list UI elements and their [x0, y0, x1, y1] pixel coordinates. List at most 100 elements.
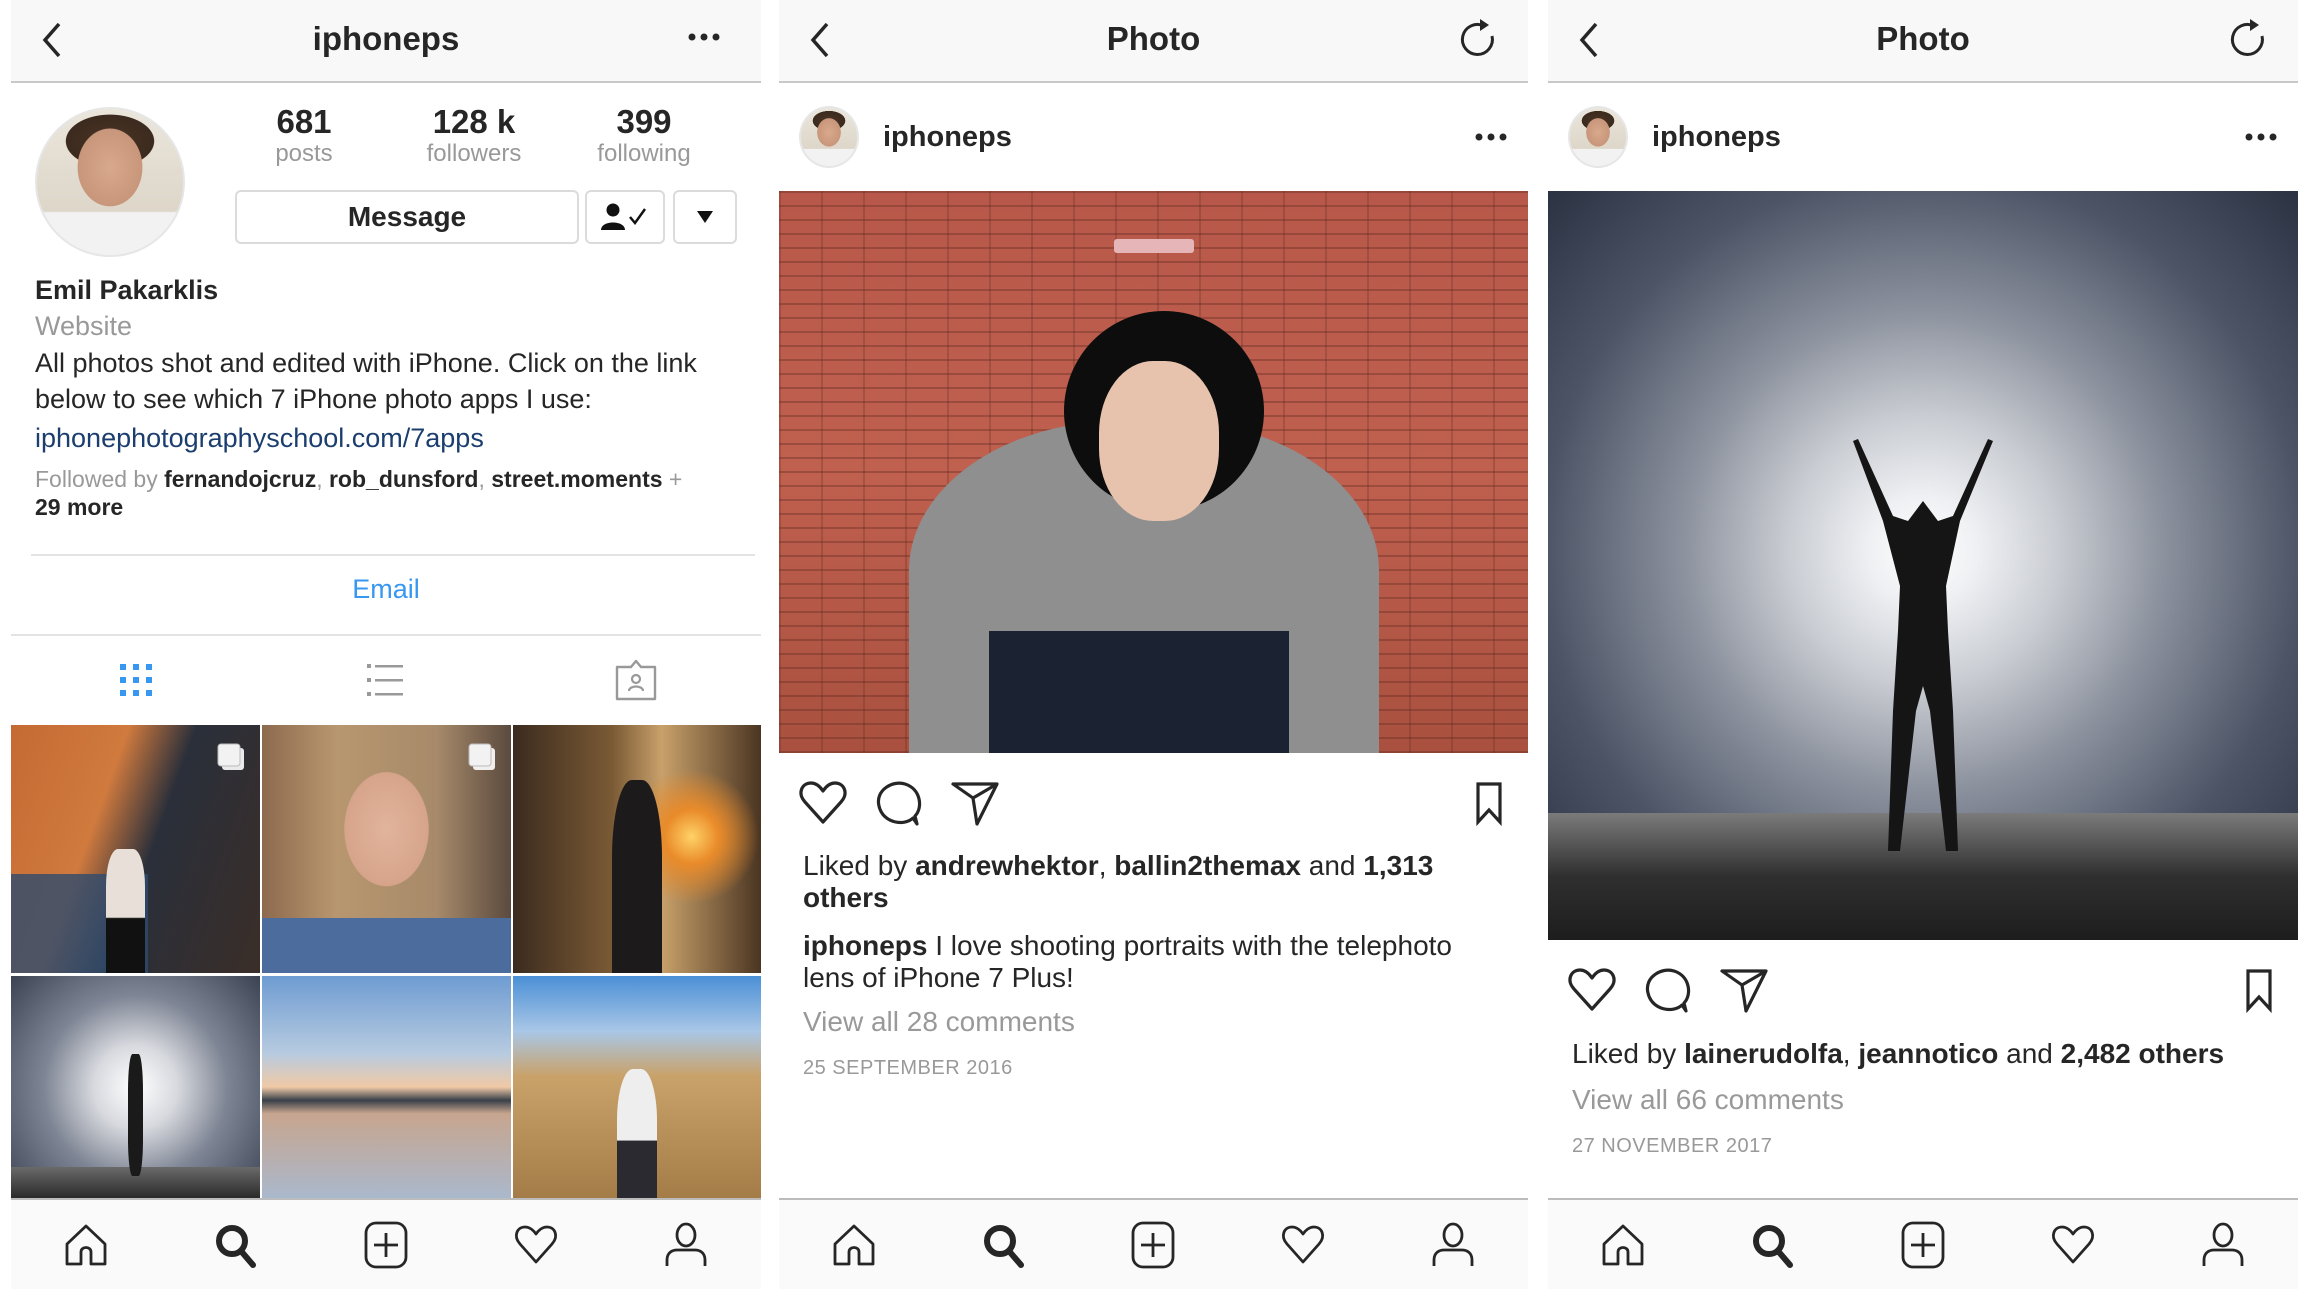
liker-name[interactable]: ballin2themax	[1114, 850, 1301, 881]
liker-name[interactable]: lainerudolfa	[1684, 1038, 1843, 1069]
follower-name[interactable]: fernandojcruz	[164, 466, 316, 492]
email-button[interactable]: Email	[11, 574, 761, 605]
nav-home[interactable]	[1548, 1200, 1698, 1289]
post-header: iphoneps	[779, 84, 1528, 190]
likes-line[interactable]: Liked by andrewhektor, ballin2themax and…	[803, 850, 1498, 914]
profile-bio: All photos shot and edited with iPhone. …	[35, 348, 697, 414]
refresh-icon[interactable]	[2226, 16, 2270, 62]
like-heart-icon[interactable]	[1566, 962, 1618, 1018]
nav-new-post[interactable]	[311, 1200, 461, 1289]
likes-count[interactable]: 2,482 others	[2061, 1038, 2224, 1069]
nav-new-post[interactable]	[1848, 1200, 1998, 1289]
ellipsis-icon[interactable]	[687, 30, 721, 44]
view-comments-link[interactable]: View all 66 comments	[1572, 1084, 2268, 1116]
comment-icon[interactable]	[1642, 962, 1694, 1018]
carousel-icon	[217, 743, 244, 770]
post-date: 27 NOVEMBER 2017	[1572, 1135, 1773, 1157]
nav-new-post[interactable]	[1079, 1200, 1229, 1289]
nav-activity[interactable]	[1998, 1200, 2148, 1289]
suggestions-dropdown-button[interactable]	[673, 190, 737, 244]
liker-name[interactable]: jeannotico	[1858, 1038, 1998, 1069]
followed-by-more[interactable]: 29 more	[35, 494, 123, 520]
tab-tagged[interactable]	[511, 650, 761, 710]
post-photo[interactable]	[779, 191, 1528, 753]
tab-grid[interactable]	[11, 650, 261, 710]
heart-icon	[2050, 1224, 2096, 1266]
post-date: 25 SEPTEMBER 2016	[803, 1057, 1013, 1079]
screen-title: Photo	[1106, 20, 1201, 57]
stat-value: 399	[616, 103, 672, 140]
grid-tile[interactable]	[262, 725, 511, 973]
nav-profile[interactable]	[611, 1200, 761, 1289]
profile-full-name: Emil Pakarklis	[35, 275, 219, 305]
nav-activity[interactable]	[1228, 1200, 1378, 1289]
profile-link[interactable]: iphonephotographyschool.com/7apps	[35, 420, 735, 456]
nav-search[interactable]	[1698, 1200, 1848, 1289]
post-avatar[interactable]	[799, 106, 859, 168]
bookmark-icon[interactable]	[2244, 962, 2274, 1018]
plus-square-icon	[1130, 1220, 1176, 1270]
bottom-nav	[1548, 1198, 2298, 1289]
grid-tile[interactable]	[11, 725, 260, 973]
bottom-nav	[779, 1198, 1528, 1289]
grid-tile[interactable]	[513, 976, 761, 1198]
share-icon[interactable]	[949, 775, 1001, 831]
follower-name[interactable]: rob_dunsford	[329, 466, 479, 492]
nav-search[interactable]	[929, 1200, 1079, 1289]
grid-tile[interactable]	[262, 976, 511, 1198]
post-username[interactable]: iphoneps	[1652, 84, 1781, 190]
screen-title: Photo	[1876, 20, 1970, 57]
likes-line[interactable]: Liked by lainerudolfa, jeannotico and 2,…	[1572, 1038, 2268, 1070]
post-actions	[779, 775, 1528, 831]
list-icon	[367, 664, 403, 696]
person-icon	[663, 1222, 709, 1268]
comment-icon[interactable]	[873, 775, 925, 831]
person-check-icon	[601, 203, 647, 230]
ellipsis-icon[interactable]	[2244, 130, 2278, 144]
share-icon[interactable]	[1718, 962, 1770, 1018]
profile-username-title: iphoneps	[312, 20, 460, 57]
nav-search[interactable]	[161, 1200, 311, 1289]
photo-subject-phone	[1114, 239, 1194, 253]
stat-following[interactable]: 399 following	[559, 104, 729, 168]
tagged-icon	[615, 659, 657, 701]
followed-by-plus: +	[662, 466, 683, 492]
top-bar: iphoneps	[11, 0, 761, 83]
stat-posts[interactable]: 681 posts	[219, 104, 389, 168]
grid-tile[interactable]	[513, 725, 761, 973]
stat-label: followers	[426, 140, 522, 167]
nav-profile[interactable]	[2148, 1200, 2298, 1289]
ellipsis-icon[interactable]	[1474, 130, 1508, 144]
website-label: Website	[35, 311, 133, 341]
followed-by[interactable]: Followed by fernandojcruz, rob_dunsford,…	[35, 465, 735, 521]
like-heart-icon[interactable]	[797, 775, 849, 831]
post-screen-1: Photo iphoneps Liked by andrewhektor, ba…	[779, 0, 1528, 1289]
post-username[interactable]: iphoneps	[883, 84, 1012, 190]
followed-by-prefix: Followed by	[35, 466, 165, 492]
nav-home[interactable]	[779, 1200, 929, 1289]
post-photo[interactable]	[1548, 191, 2298, 940]
carousel-icon	[468, 743, 495, 770]
following-button[interactable]	[585, 190, 665, 244]
follower-name[interactable]: street.moments	[491, 466, 662, 492]
refresh-icon[interactable]	[1456, 16, 1500, 62]
stat-value: 128 k	[432, 103, 516, 140]
stat-followers[interactable]: 128 k followers	[389, 104, 559, 168]
nav-home[interactable]	[11, 1200, 161, 1289]
post-header: iphoneps	[1548, 84, 2298, 190]
liker-name[interactable]: andrewhektor	[915, 850, 1099, 881]
stat-value: 681	[276, 103, 332, 140]
post-avatar[interactable]	[1568, 106, 1628, 168]
view-comments-link[interactable]: View all 28 comments	[803, 1006, 1498, 1038]
nav-activity[interactable]	[461, 1200, 611, 1289]
message-button[interactable]: Message	[235, 190, 579, 244]
bookmark-icon[interactable]	[1474, 775, 1504, 831]
caption-username[interactable]: iphoneps	[803, 930, 927, 961]
tab-list[interactable]	[261, 650, 511, 710]
profile-avatar[interactable]	[35, 107, 185, 257]
nav-profile[interactable]	[1378, 1200, 1528, 1289]
post-caption: iphoneps I love shooting portraits with …	[803, 930, 1498, 994]
grid-tile[interactable]	[11, 976, 260, 1198]
likes-and: and	[1998, 1038, 2061, 1069]
home-icon	[63, 1222, 109, 1268]
